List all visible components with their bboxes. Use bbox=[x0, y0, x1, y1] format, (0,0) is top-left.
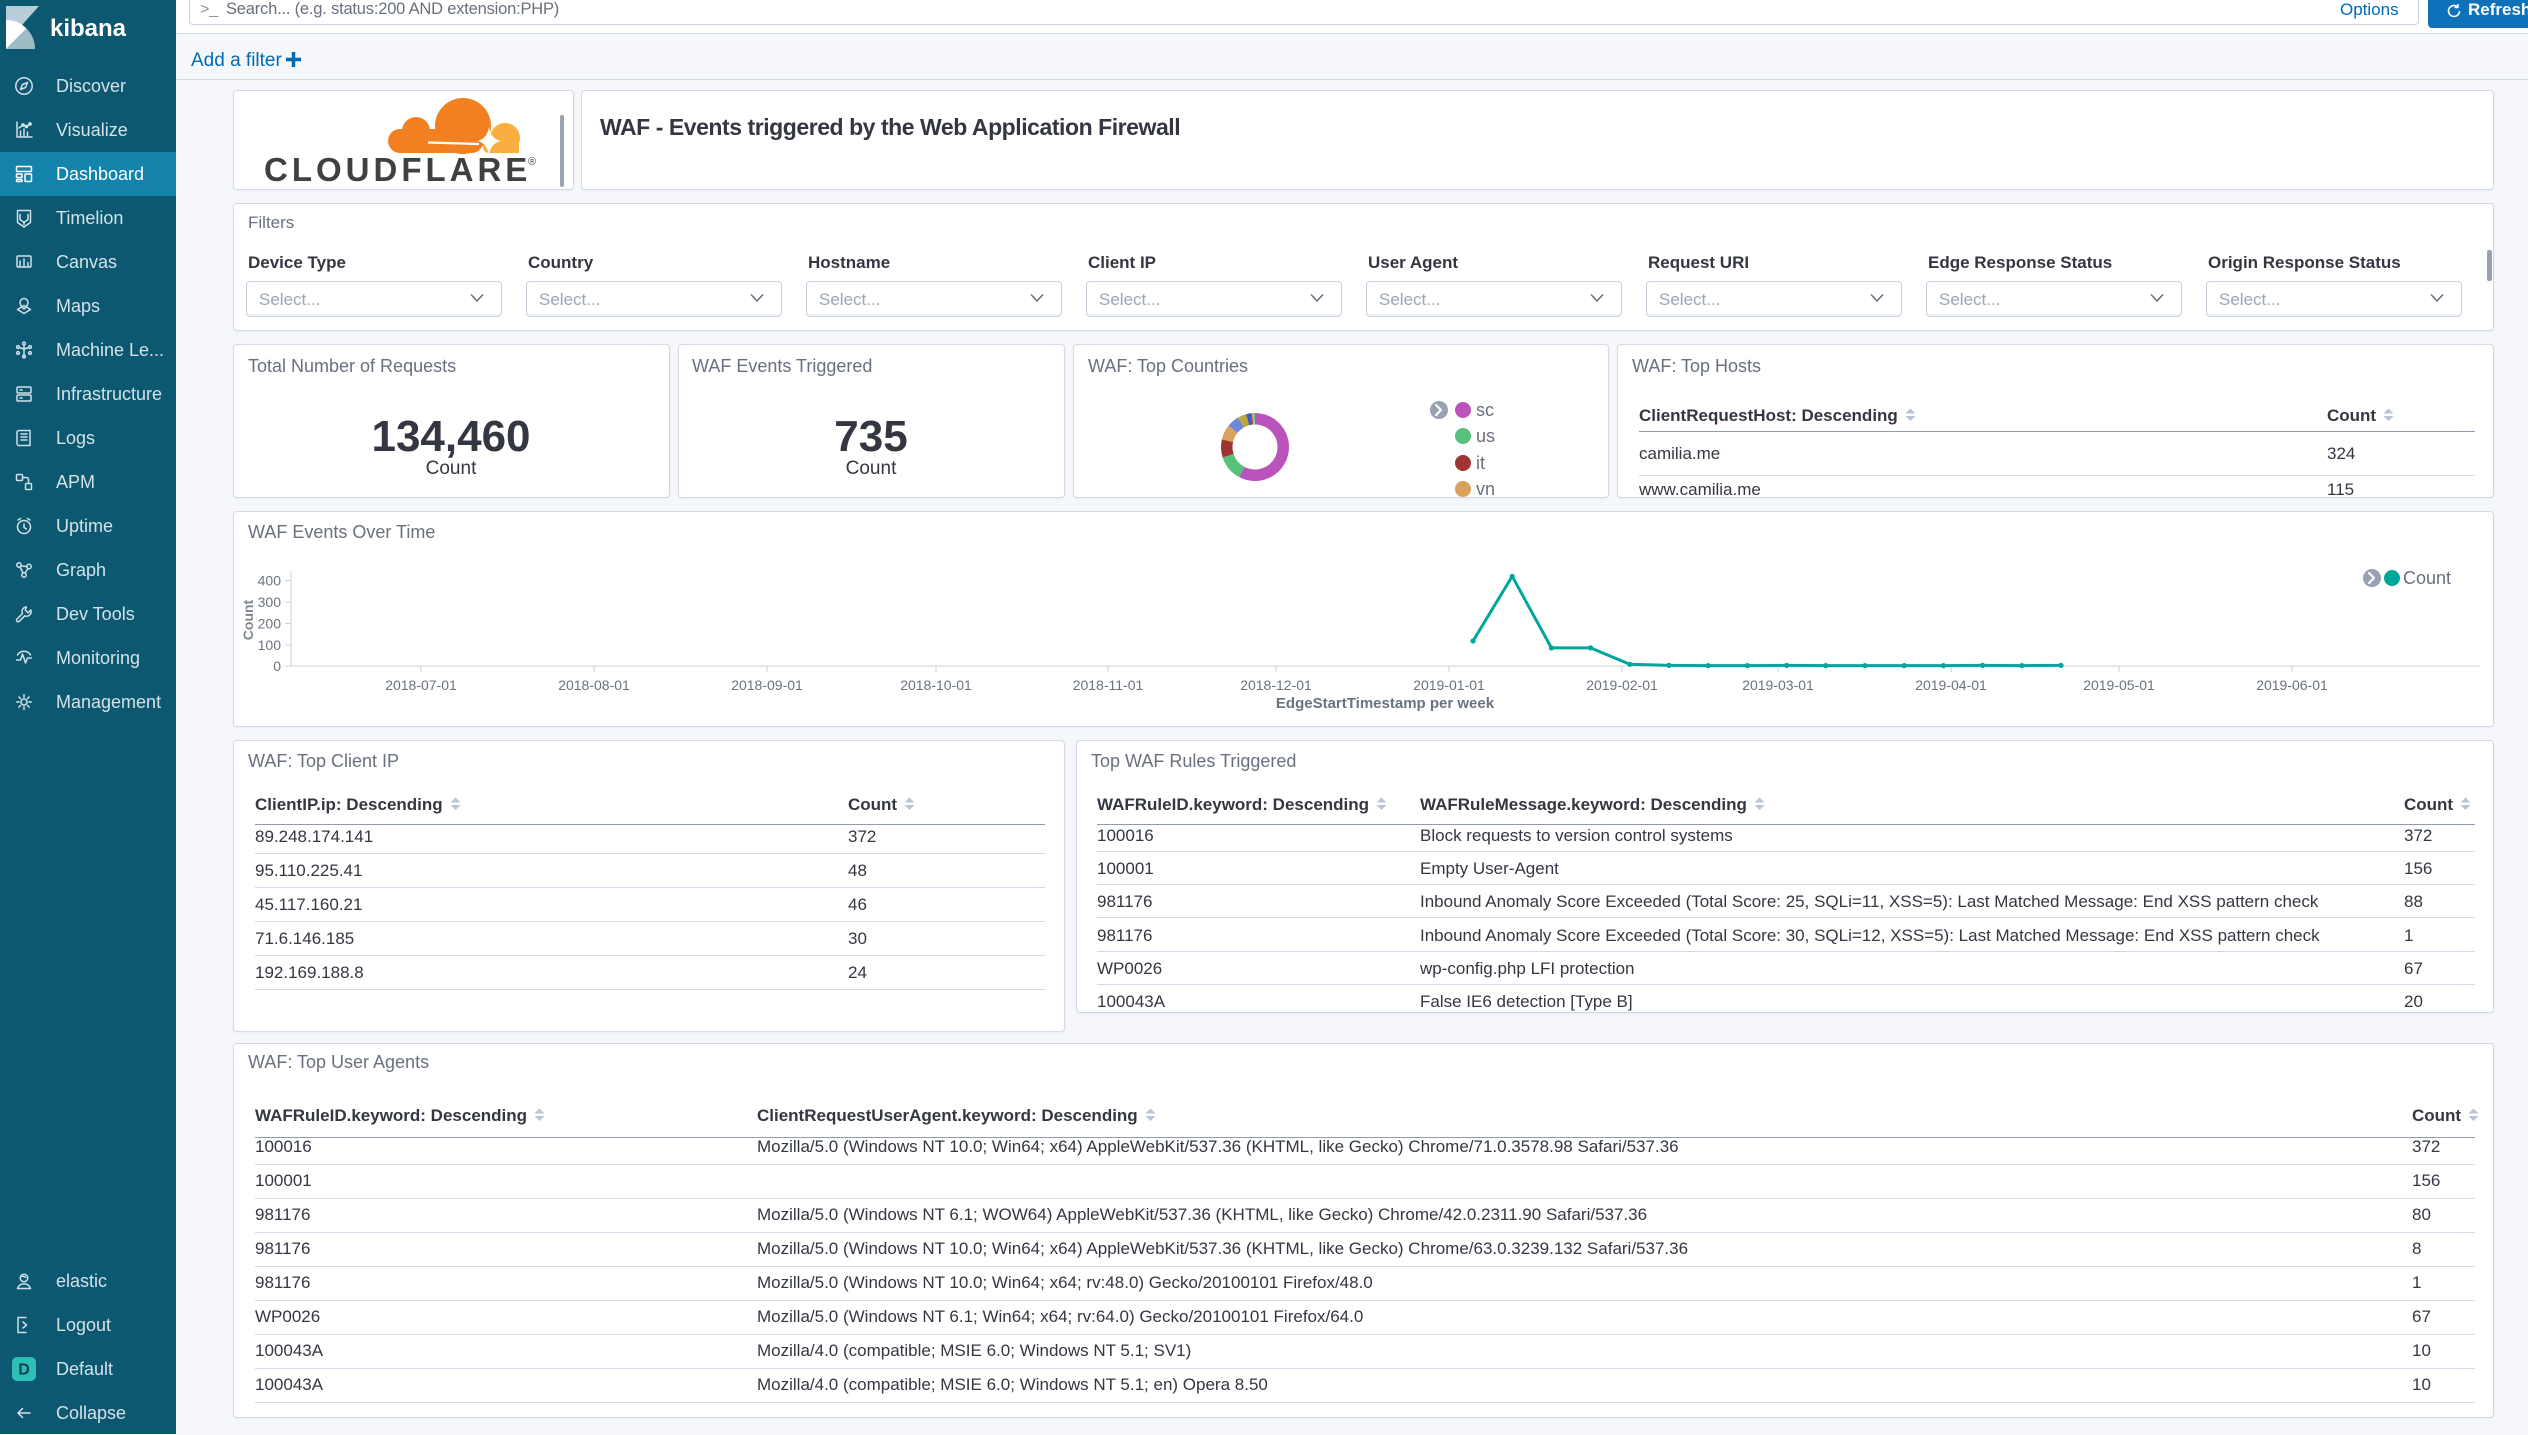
svg-text:it: it bbox=[1476, 453, 1485, 473]
svg-text:2018-08-01: 2018-08-01 bbox=[558, 677, 630, 693]
svg-text:400: 400 bbox=[258, 573, 282, 589]
svg-text:EdgeStartTimestamp per week: EdgeStartTimestamp per week bbox=[1276, 695, 1495, 712]
svg-text:sc: sc bbox=[1476, 400, 1494, 420]
svg-text:2019-05-01: 2019-05-01 bbox=[2083, 677, 2155, 693]
svg-text:300: 300 bbox=[258, 594, 282, 610]
svg-text:D: D bbox=[18, 1362, 30, 1379]
svg-text:vn: vn bbox=[1476, 479, 1495, 497]
svg-text:2019-03-01: 2019-03-01 bbox=[1742, 677, 1814, 693]
svg-text:2018-11-01: 2018-11-01 bbox=[1073, 677, 1144, 693]
svg-text:0: 0 bbox=[273, 658, 281, 674]
svg-text:2019-06-01: 2019-06-01 bbox=[2256, 677, 2328, 693]
svg-text:2019-04-01: 2019-04-01 bbox=[1915, 677, 1987, 693]
svg-text:2018-09-01: 2018-09-01 bbox=[731, 677, 803, 693]
svg-text:2018-12-01: 2018-12-01 bbox=[1240, 677, 1312, 693]
svg-text:100: 100 bbox=[258, 637, 282, 653]
svg-text:2019-02-01: 2019-02-01 bbox=[1586, 677, 1658, 693]
svg-text:us: us bbox=[1476, 426, 1495, 446]
svg-text:200: 200 bbox=[258, 616, 282, 632]
svg-text:Count: Count bbox=[240, 599, 256, 640]
svg-text:2019-01-01: 2019-01-01 bbox=[1413, 677, 1485, 693]
svg-text:2018-07-01: 2018-07-01 bbox=[385, 677, 457, 693]
svg-text:Count: Count bbox=[2403, 568, 2451, 588]
svg-text:2018-10-01: 2018-10-01 bbox=[900, 677, 972, 693]
